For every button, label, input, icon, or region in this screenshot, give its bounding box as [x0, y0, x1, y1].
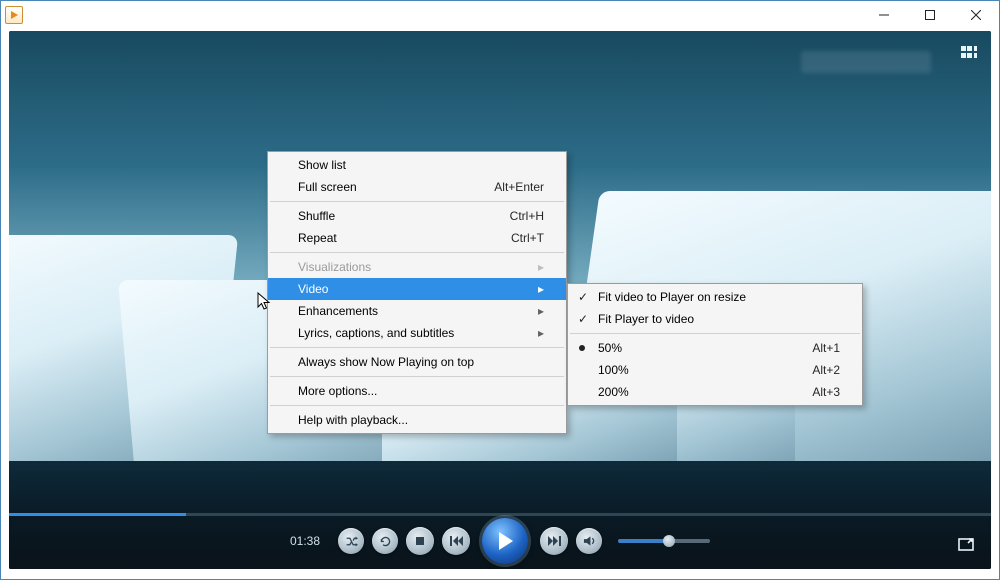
menu-enhancements[interactable]: Enhancements▸ [268, 300, 566, 322]
menu-show-list[interactable]: Show list [268, 154, 566, 176]
menu-always-top[interactable]: Always show Now Playing on top [268, 351, 566, 373]
chevron-right-icon: ▸ [534, 260, 544, 274]
volume-slider[interactable] [618, 539, 710, 543]
playback-controls: 01:38 [9, 513, 991, 569]
menu-lyrics[interactable]: Lyrics, captions, and subtitles▸ [268, 322, 566, 344]
chevron-right-icon: ▸ [534, 304, 544, 318]
switch-view-icon[interactable] [961, 45, 977, 64]
menu-repeat[interactable]: RepeatCtrl+T [268, 227, 566, 249]
menu-help-playback[interactable]: Help with playback... [268, 409, 566, 431]
mute-button[interactable] [576, 528, 602, 554]
elapsed-time: 01:38 [290, 534, 320, 548]
stop-button[interactable] [406, 527, 434, 555]
menu-separator [270, 201, 564, 202]
player-window: Show list Full screenAlt+Enter ShuffleCt… [0, 0, 1000, 580]
submenu-50[interactable]: 50%Alt+1 [568, 337, 862, 359]
close-button[interactable] [953, 1, 999, 29]
submenu-fit-on-resize[interactable]: ✓Fit video to Player on resize [568, 286, 862, 308]
submenu-200[interactable]: 200%Alt+3 [568, 381, 862, 403]
menu-separator [270, 347, 564, 348]
context-menu: Show list Full screenAlt+Enter ShuffleCt… [267, 151, 567, 434]
submenu-fit-player[interactable]: ✓Fit Player to video [568, 308, 862, 330]
video-watermark [801, 51, 931, 73]
check-icon: ✓ [576, 290, 590, 304]
fullscreen-button[interactable] [955, 533, 977, 555]
menu-more-options[interactable]: More options... [268, 380, 566, 402]
menu-separator [570, 333, 860, 334]
titlebar [1, 1, 999, 29]
menu-separator [270, 376, 564, 377]
chevron-right-icon: ▸ [534, 282, 544, 296]
chevron-right-icon: ▸ [534, 326, 544, 340]
submenu-100[interactable]: 100%Alt+2 [568, 359, 862, 381]
shuffle-button[interactable] [338, 528, 364, 554]
seek-bar[interactable] [9, 513, 991, 516]
volume-thumb[interactable] [663, 535, 675, 547]
seek-progress [9, 513, 186, 516]
repeat-button[interactable] [372, 528, 398, 554]
menu-separator [270, 405, 564, 406]
next-button[interactable] [540, 527, 568, 555]
menu-video[interactable]: Video▸ [268, 278, 566, 300]
menu-visualizations: Visualizations▸ [268, 256, 566, 278]
video-area[interactable]: Show list Full screenAlt+Enter ShuffleCt… [9, 31, 991, 569]
play-button[interactable] [482, 518, 528, 564]
previous-button[interactable] [442, 527, 470, 555]
menu-full-screen[interactable]: Full screenAlt+Enter [268, 176, 566, 198]
app-icon [5, 6, 23, 24]
radio-dot-icon [579, 345, 585, 351]
maximize-button[interactable] [907, 1, 953, 29]
video-submenu: ✓Fit video to Player on resize ✓Fit Play… [567, 283, 863, 406]
menu-shuffle[interactable]: ShuffleCtrl+H [268, 205, 566, 227]
check-icon: ✓ [576, 312, 590, 326]
minimize-button[interactable] [861, 1, 907, 29]
menu-separator [270, 252, 564, 253]
